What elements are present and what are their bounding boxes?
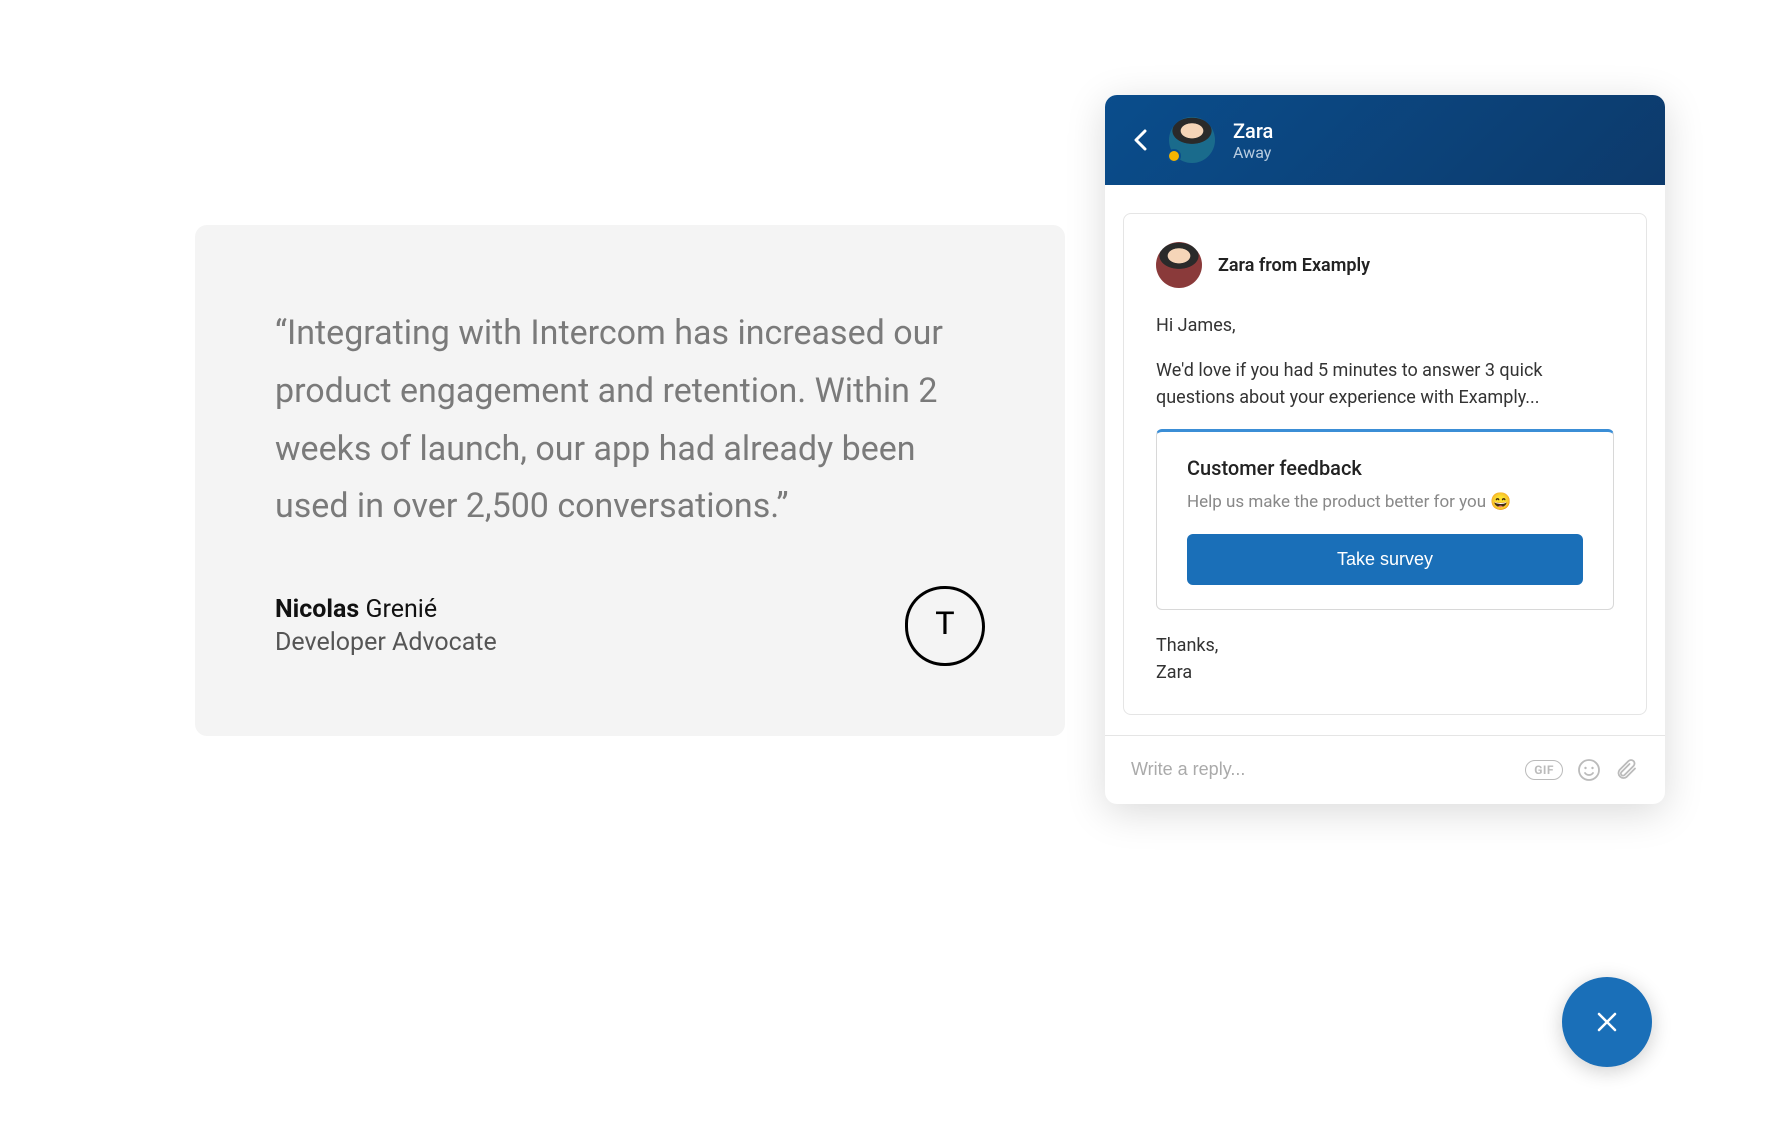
reply-input[interactable] bbox=[1131, 759, 1511, 780]
take-survey-button[interactable]: Take survey bbox=[1187, 534, 1583, 585]
message-body: We'd love if you had 5 minutes to answer… bbox=[1156, 357, 1614, 411]
logo-letter: T bbox=[935, 607, 955, 645]
emoji-button[interactable] bbox=[1577, 758, 1601, 782]
chat-header: Zara Away bbox=[1105, 95, 1665, 185]
gif-icon: GIF bbox=[1525, 760, 1563, 780]
paperclip-icon bbox=[1615, 758, 1639, 782]
close-chat-fab[interactable] bbox=[1562, 977, 1652, 1067]
testimonial-card: “Integrating with Intercom has increased… bbox=[195, 225, 1065, 736]
back-button[interactable] bbox=[1129, 125, 1151, 155]
feedback-title: Customer feedback bbox=[1187, 456, 1583, 480]
emoji-icon bbox=[1577, 758, 1601, 782]
author-block: Nicolas Grenié Developer Advocate bbox=[275, 595, 497, 657]
chat-widget: Zara Away Zara from Examply Hi James, We… bbox=[1105, 95, 1665, 804]
chat-body: Zara from Examply Hi James, We'd love if… bbox=[1105, 185, 1665, 735]
agent-avatar bbox=[1169, 117, 1215, 163]
agent-status: Away bbox=[1233, 143, 1273, 162]
feedback-subtitle: Help us make the product better for you … bbox=[1187, 490, 1583, 516]
testimonial-text: “Integrating with Intercom has increased… bbox=[275, 305, 985, 536]
message-from-label: Zara from Examply bbox=[1218, 255, 1370, 276]
author-name: Nicolas Grenié bbox=[275, 595, 497, 624]
agent-name: Zara bbox=[1233, 119, 1273, 143]
chat-composer: GIF bbox=[1105, 735, 1665, 804]
attachment-button[interactable] bbox=[1615, 758, 1639, 782]
message-from-row: Zara from Examply bbox=[1156, 242, 1614, 288]
chevron-left-icon bbox=[1133, 129, 1147, 151]
status-indicator-icon bbox=[1167, 149, 1181, 163]
author-row: Nicolas Grenié Developer Advocate T bbox=[275, 586, 985, 666]
composer-icons: GIF bbox=[1525, 758, 1639, 782]
message-avatar bbox=[1156, 242, 1202, 288]
company-logo-badge: T bbox=[905, 586, 985, 666]
author-title: Developer Advocate bbox=[275, 628, 497, 657]
header-text: Zara Away bbox=[1233, 119, 1273, 162]
message-card: Zara from Examply Hi James, We'd love if… bbox=[1123, 213, 1647, 715]
close-icon bbox=[1593, 1008, 1621, 1036]
message-greeting: Hi James, bbox=[1156, 312, 1614, 339]
feedback-card: Customer feedback Help us make the produ… bbox=[1156, 429, 1614, 610]
message-signoff: Thanks, Zara bbox=[1156, 632, 1614, 686]
gif-button[interactable]: GIF bbox=[1525, 760, 1563, 780]
